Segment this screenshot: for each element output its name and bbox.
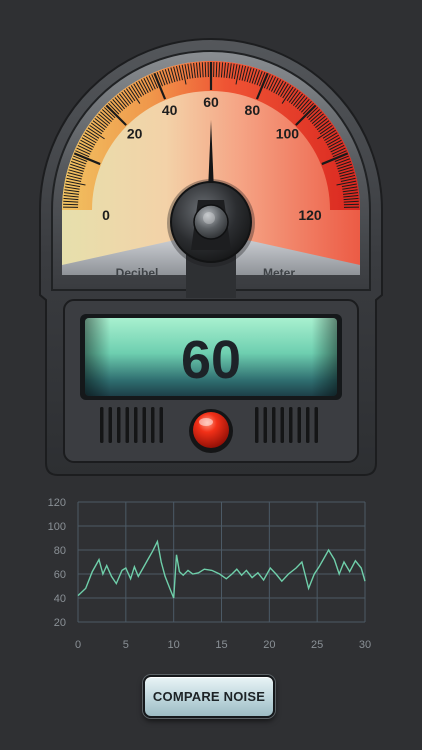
grille-slot	[297, 407, 301, 443]
y-tick-label: 20	[54, 617, 66, 629]
x-tick-label: 25	[311, 639, 323, 651]
grille-slot	[108, 407, 112, 443]
scale-label: 0	[102, 207, 110, 223]
scale-label: 40	[162, 102, 178, 118]
meter-label: Meter	[263, 266, 295, 280]
grille-slot	[100, 407, 104, 443]
y-tick-label: 60	[54, 569, 66, 581]
y-tick-label: 100	[48, 521, 66, 533]
dial-tick	[343, 203, 359, 206]
sound-meter: 0 20 40 60 80 100 120 Decibel Meter 60	[39, 38, 383, 476]
y-tick-label: 120	[48, 497, 66, 509]
scale-label: 80	[245, 102, 261, 118]
grille-slot	[314, 407, 318, 443]
grille-slot	[263, 407, 267, 443]
scale-label: 100	[276, 126, 300, 142]
scale-label: 20	[127, 126, 143, 142]
dial-tick	[215, 62, 218, 78]
grille-slot	[159, 407, 163, 443]
y-tick-label: 40	[54, 593, 66, 605]
grille-slot	[134, 407, 138, 443]
grille-slot	[142, 407, 146, 443]
scale-label: 60	[203, 94, 219, 110]
decibel-reading: 60	[181, 330, 241, 390]
x-tick-label: 5	[123, 639, 129, 651]
grille-slot	[151, 407, 155, 443]
x-tick-label: 30	[359, 639, 371, 651]
chart-x-axis: 0 5 10 15 20 25 30	[75, 639, 371, 651]
decibel-label: Decibel	[116, 266, 159, 280]
x-tick-label: 20	[263, 639, 275, 651]
x-tick-label: 0	[75, 639, 81, 651]
x-tick-label: 10	[168, 639, 180, 651]
dial-tick	[204, 62, 207, 78]
needle-knob	[167, 179, 255, 267]
scale-label: 120	[298, 207, 322, 223]
grille-slot	[255, 407, 259, 443]
dial-tick	[63, 203, 79, 206]
x-tick-label: 15	[215, 639, 227, 651]
record-button[interactable]	[189, 409, 233, 453]
grille-slot	[125, 407, 129, 443]
noise-history-chart: 20 40 60 80 100 120 0 5 10 15 20 25 30	[48, 497, 371, 651]
chart-y-axis: 20 40 60 80 100 120	[48, 497, 66, 629]
grille-slot	[306, 407, 310, 443]
grille-slot	[272, 407, 276, 443]
compare-noise-button[interactable]: COMPARE NOISE	[143, 675, 275, 718]
grille-slot	[289, 407, 293, 443]
grille-slot	[280, 407, 284, 443]
y-tick-label: 80	[54, 545, 66, 557]
grille-slot	[117, 407, 121, 443]
